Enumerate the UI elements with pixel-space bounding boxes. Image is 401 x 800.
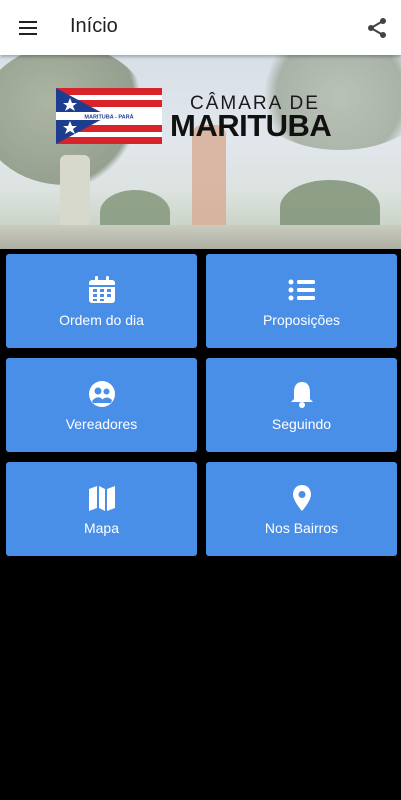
page-title: Início [70,15,118,37]
ordem-do-dia-label: Ordem do dia [59,312,144,328]
bell-icon [290,382,313,408]
brand-title: MARITUBA [170,108,332,143]
calendar-icon [88,276,115,303]
location-pin-icon [292,485,311,511]
menu-button[interactable] [13,14,41,42]
seguindo-button[interactable]: Seguindo [206,358,397,452]
proposicoes-button[interactable]: Proposições [206,254,397,348]
marituba-flag-logo: MARITUBA - PARÁ [56,88,162,144]
menu-icon [19,21,37,23]
share-icon [368,18,386,38]
seguindo-label: Seguindo [271,416,332,432]
proposicoes-label: Proposições [262,312,341,328]
nos-bairros-label: Nos Bairros [264,520,339,536]
map-icon [88,486,115,511]
vereadores-label: Vereadores [65,416,138,432]
app-bar: Início [0,0,401,55]
flag-caption: MARITUBA - PARÁ [84,114,133,121]
list-icon [288,279,315,301]
header-banner: MARITUBA - PARÁ CÂMARA DE MARITUBA [0,55,401,249]
mapa-button[interactable]: Mapa [6,462,197,556]
ordem-do-dia-button[interactable]: Ordem do dia [6,254,197,348]
group-icon [88,381,115,407]
vereadores-button[interactable]: Vereadores [6,358,197,452]
mapa-label: Mapa [83,520,120,536]
share-button[interactable] [365,16,389,40]
nos-bairros-button[interactable]: Nos Bairros [206,462,397,556]
